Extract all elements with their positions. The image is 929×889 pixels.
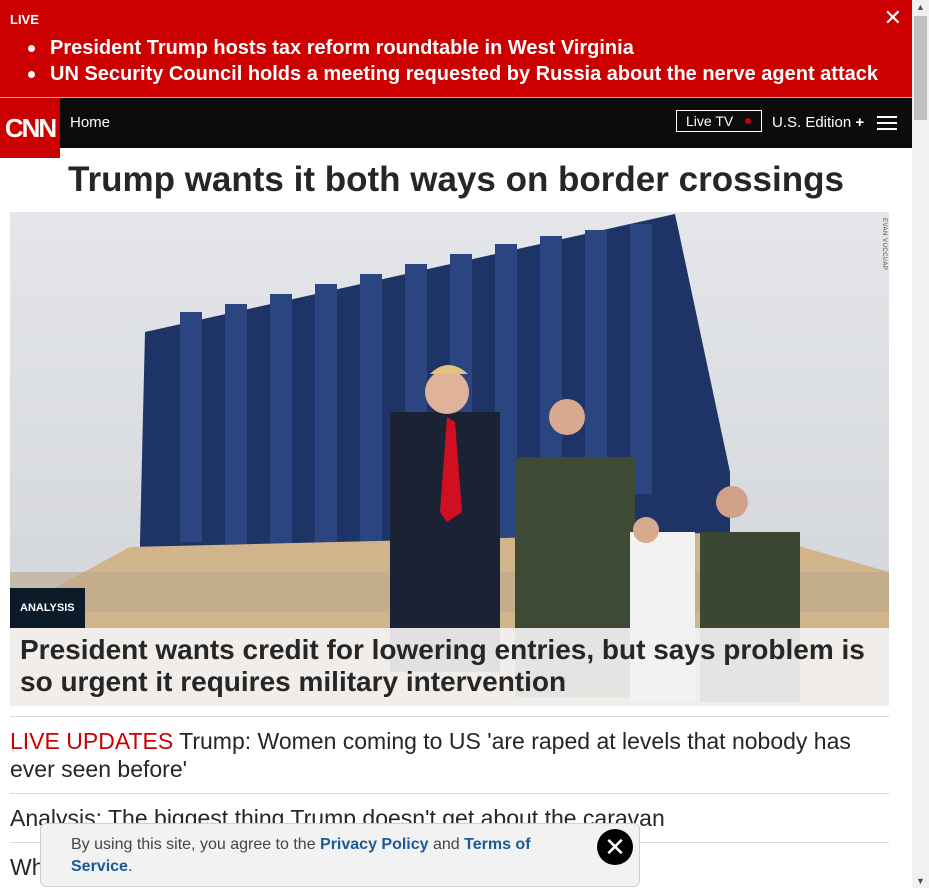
live-list: President Trump hosts tax reform roundta… — [24, 35, 878, 87]
privacy-suffix: . — [127, 858, 133, 875]
privacy-and: and — [428, 836, 465, 853]
hamburger-menu-icon[interactable] — [877, 116, 897, 130]
live-tv-label: Live TV — [686, 113, 734, 129]
close-icon[interactable]: ✕ — [597, 829, 633, 865]
cnn-logo[interactable]: CNN — [0, 98, 60, 158]
live-label: LIVE — [10, 12, 39, 27]
scroll-thumb[interactable] — [914, 16, 927, 120]
privacy-prefix: By using this site, you agree to the — [71, 836, 321, 853]
live-updates-tag: LIVE UPDATES — [10, 728, 174, 754]
edition-label: U.S. Edition — [772, 114, 852, 131]
privacy-text: By using this site, you agree to the Pri… — [71, 834, 551, 878]
hero-caption[interactable]: President wants credit for lowering entr… — [10, 628, 889, 706]
scrollbar[interactable]: ▲ ▼ — [912, 0, 929, 888]
close-icon[interactable]: ✕ — [884, 7, 902, 29]
edition-selector[interactable]: U.S. Edition + — [772, 114, 864, 131]
hero-caption-text: President wants credit for lowering entr… — [20, 634, 865, 697]
privacy-notice: By using this site, you agree to the Pri… — [40, 823, 640, 887]
page-headline[interactable]: Trump wants it both ways on border cross… — [0, 160, 912, 200]
scroll-up-arrow-icon[interactable]: ▲ — [912, 0, 929, 14]
privacy-policy-link[interactable]: Privacy Policy — [320, 836, 429, 853]
live-item[interactable]: President Trump hosts tax reform roundta… — [24, 35, 878, 61]
live-banner: LIVE ✕ President Trump hosts tax reform … — [0, 0, 912, 98]
nav-home-link[interactable]: Home — [70, 114, 110, 131]
live-tv-button[interactable]: Live TV — [676, 110, 762, 132]
live-item[interactable]: UN Security Council holds a meeting requ… — [24, 61, 878, 87]
story-link[interactable]: LIVE UPDATES Trump: Women coming to US '… — [10, 716, 889, 793]
live-dot-icon — [745, 118, 751, 124]
plus-icon: + — [855, 114, 865, 131]
hero-image[interactable]: EVAN VUCCI/AP ANALYSIS President wants c… — [10, 212, 889, 706]
top-nav: CNN Home Live TV U.S. Edition + — [0, 98, 912, 158]
scroll-down-arrow-icon[interactable]: ▼ — [912, 874, 929, 888]
photo-credit: EVAN VUCCI/AP — [881, 218, 887, 271]
analysis-badge: ANALYSIS — [10, 588, 85, 628]
